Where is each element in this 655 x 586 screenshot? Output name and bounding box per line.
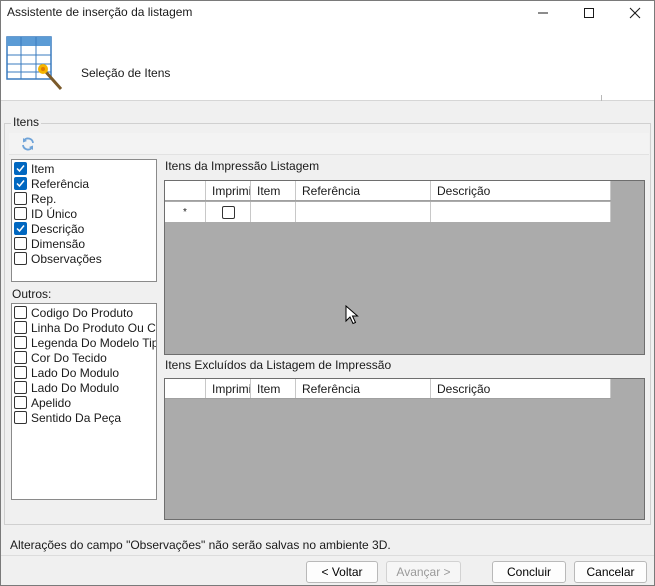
other-item-label: Lado Do Modulo xyxy=(31,380,120,395)
field-item-label: Referência xyxy=(31,176,90,191)
other-item-label: Legenda Do Modelo Tipo xyxy=(31,335,157,350)
maximize-button[interactable] xyxy=(567,1,611,25)
other-item[interactable]: Lado Do Modulo xyxy=(14,380,119,395)
field-item-label: Item xyxy=(31,161,55,176)
status-message: Alterações do campo "Observações" não se… xyxy=(10,538,391,552)
new-row[interactable]: * xyxy=(165,202,611,222)
row-header-corner xyxy=(165,379,206,398)
checkbox-unchecked[interactable] xyxy=(14,336,27,349)
other-item[interactable]: Sentido Da Peça xyxy=(14,410,121,425)
title-bar: Assistente de inserção da listagem xyxy=(1,1,654,25)
checkbox-checked[interactable] xyxy=(14,222,27,235)
others-label: Outros: xyxy=(12,287,52,301)
print-items-grid[interactable]: Imprimir Item Referência Descrição * xyxy=(164,180,645,355)
other-item-label: Sentido Da Peça xyxy=(31,410,122,425)
column-header-referencia[interactable]: Referência xyxy=(296,181,431,200)
new-row-marker: * xyxy=(165,202,206,222)
fields-checklist[interactable]: Item Referência Rep. ID Único Descrição … xyxy=(11,159,157,282)
print-checkbox-cell[interactable] xyxy=(206,202,251,222)
column-header-imprimir[interactable]: Imprimir xyxy=(206,181,251,200)
back-button[interactable]: < Voltar xyxy=(306,561,378,583)
field-item-label: Observações xyxy=(31,251,102,266)
checkbox-unchecked[interactable] xyxy=(14,192,27,205)
field-item[interactable]: Descrição xyxy=(14,221,84,236)
checkbox-unchecked[interactable] xyxy=(14,237,27,250)
other-item[interactable]: Cor Do Tecido xyxy=(14,350,107,365)
field-item[interactable]: ID Único xyxy=(14,206,77,221)
grid-header-row: Imprimir Item Referência Descrição xyxy=(165,181,611,201)
other-item-label: Lado Do Modulo xyxy=(31,365,120,380)
other-item[interactable]: Linha Do Produto Ou Coc xyxy=(14,320,157,335)
finish-button[interactable]: Concluir xyxy=(492,561,566,583)
other-item-label: Codigo Do Produto xyxy=(31,305,134,320)
window-title: Assistente de inserção da listagem xyxy=(7,5,193,19)
other-item[interactable]: Legenda Do Modelo Tipo xyxy=(14,335,157,350)
wizard-window: Assistente de inserção da listagem Seleç… xyxy=(0,0,655,586)
other-item-label: Linha Do Produto Ou Coc xyxy=(31,320,157,335)
step-heading: Seleção de Itens xyxy=(81,66,171,80)
referencia-cell[interactable] xyxy=(296,202,431,222)
checkbox-unchecked[interactable] xyxy=(14,366,27,379)
field-item[interactable]: Item xyxy=(14,161,54,176)
checkbox-unchecked[interactable] xyxy=(14,411,27,424)
column-header-imprimir[interactable]: Imprimir xyxy=(206,379,251,398)
other-item[interactable]: Lado Do Modulo xyxy=(14,365,119,380)
close-icon xyxy=(629,7,641,19)
descricao-cell[interactable] xyxy=(431,202,611,222)
items-group-label: Itens xyxy=(11,115,42,129)
cancel-button[interactable]: Cancelar xyxy=(574,561,647,583)
other-item[interactable]: Codigo Do Produto xyxy=(14,305,133,320)
excluded-grid-label: Itens Excluídos da Listagem de Impressão xyxy=(165,358,392,372)
mouse-cursor-icon xyxy=(345,305,359,325)
field-item[interactable]: Referência xyxy=(14,176,89,191)
minimize-button[interactable] xyxy=(521,1,565,25)
column-header-descricao[interactable]: Descrição xyxy=(431,181,611,200)
header-divider xyxy=(601,95,602,101)
refresh-icon[interactable] xyxy=(20,136,36,152)
item-cell[interactable] xyxy=(251,202,296,222)
checkbox-unchecked[interactable] xyxy=(14,396,27,409)
checkbox-checked[interactable] xyxy=(14,177,27,190)
close-button[interactable] xyxy=(613,1,655,25)
checkbox-unchecked[interactable] xyxy=(14,351,27,364)
column-header-item[interactable]: Item xyxy=(251,379,296,398)
check-icon xyxy=(16,180,25,188)
field-item-label: ID Único xyxy=(31,206,78,221)
field-item[interactable]: Observações xyxy=(14,251,102,266)
other-item-label: Apelido xyxy=(31,395,72,410)
toolbar xyxy=(9,133,649,155)
other-item[interactable]: Apelido xyxy=(14,395,71,410)
checkbox-unchecked[interactable] xyxy=(14,252,27,265)
checkbox-unchecked[interactable] xyxy=(14,321,27,334)
column-header-item[interactable]: Item xyxy=(251,181,296,200)
field-item-label: Rep. xyxy=(31,191,57,206)
footer-divider xyxy=(1,555,654,556)
other-item-label: Cor Do Tecido xyxy=(31,350,107,365)
others-checklist[interactable]: Codigo Do Produto Linha Do Produto Ou Co… xyxy=(11,303,157,500)
grid-header-row: Imprimir Item Referência Descrição xyxy=(165,379,611,399)
checkbox-unchecked[interactable] xyxy=(14,207,27,220)
checkbox-unchecked[interactable] xyxy=(14,381,27,394)
column-header-referencia[interactable]: Referência xyxy=(296,379,431,398)
wizard-header: Seleção de Itens xyxy=(1,25,654,101)
checkbox-unchecked[interactable] xyxy=(14,306,27,319)
table-wizard-icon xyxy=(6,36,63,90)
excluded-items-grid[interactable]: Imprimir Item Referência Descrição xyxy=(164,378,645,520)
field-item-label: Dimensão xyxy=(31,236,86,251)
checkbox-checked[interactable] xyxy=(14,162,27,175)
check-icon xyxy=(16,225,25,233)
next-button[interactable]: Avançar > xyxy=(386,561,461,583)
check-icon xyxy=(16,165,25,173)
maximize-icon xyxy=(584,8,594,18)
column-header-descricao[interactable]: Descrição xyxy=(431,379,611,398)
field-item[interactable]: Dimensão xyxy=(14,236,85,251)
print-checkbox[interactable] xyxy=(221,205,235,219)
minimize-icon xyxy=(538,12,548,14)
field-item-label: Descrição xyxy=(31,221,85,236)
row-header-corner xyxy=(165,181,206,200)
field-item[interactable]: Rep. xyxy=(14,191,56,206)
print-grid-label: Itens da Impressão Listagem xyxy=(165,159,320,173)
